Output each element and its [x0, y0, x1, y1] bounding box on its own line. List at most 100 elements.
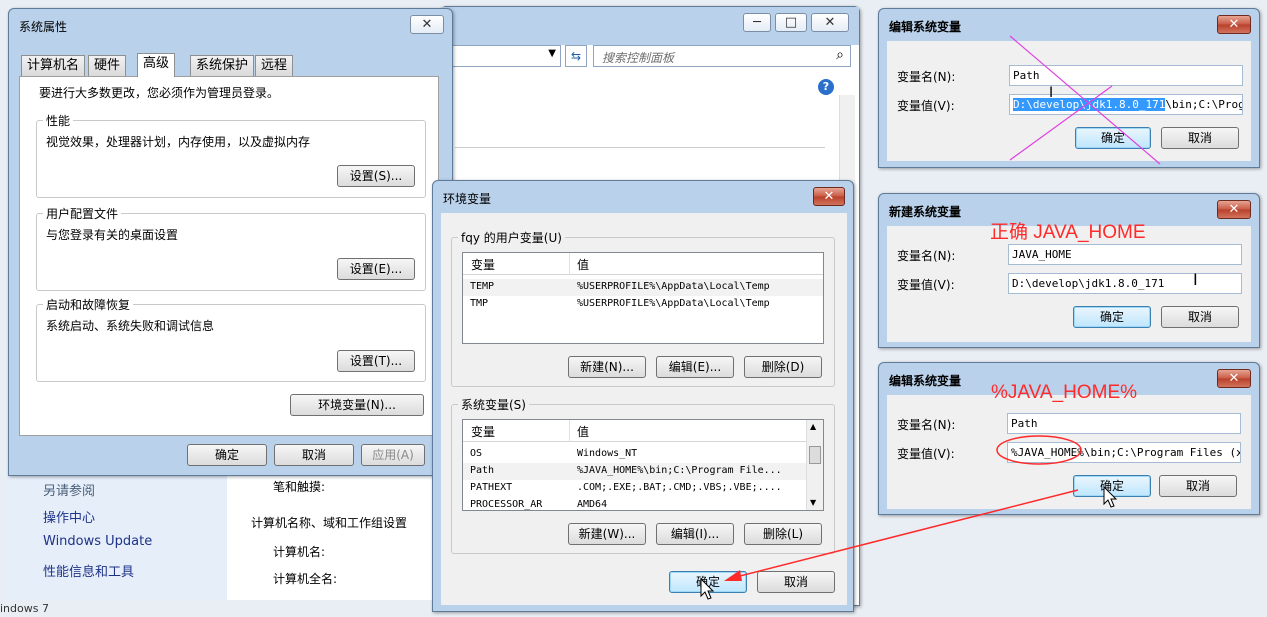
domain-heading: 计算机名称、域和工作组设置	[251, 516, 408, 530]
var-name: Path	[470, 465, 495, 476]
var-name: PATHEXT	[470, 482, 513, 493]
variable-value-label: 变量值(V):	[897, 99, 955, 113]
close-button[interactable]: ✕	[811, 13, 849, 32]
control-panel-main-bottom: 笔和触摸: 计算机名称、域和工作组设置 计算机名: 计算机全名:	[227, 470, 440, 600]
minimize-button[interactable]: ─	[743, 13, 771, 32]
variable-name-label: 变量名(N):	[897, 70, 956, 84]
scroll-up-icon[interactable]: ▲	[810, 422, 816, 431]
ok-button[interactable]: 确定	[1073, 306, 1151, 328]
cancel-button[interactable]: 取消	[1161, 127, 1239, 149]
table-row[interactable]: TEMP %USERPROFILE%\AppData\Local\Temp	[463, 279, 823, 296]
column-name: 变量	[471, 258, 496, 272]
cancel-button[interactable]: 取消	[1159, 475, 1237, 497]
user-edit-button[interactable]: 编辑(E)...	[656, 356, 734, 378]
table-row[interactable]: TMP %USERPROFILE%\AppData\Local\Temp	[463, 296, 823, 313]
user-profiles-group: 用户配置文件 与您登录有关的桌面设置 设置(E)...	[36, 205, 426, 291]
var-value: AMD64	[577, 499, 608, 510]
dialog-title: 环境变量	[443, 192, 492, 206]
tab-computer-name[interactable]: 计算机名	[21, 55, 86, 76]
annotation-correct-java-home: 正确 JAVA_HOME	[990, 222, 1146, 243]
search-input[interactable]: 搜索控制面板 ⌕	[593, 45, 851, 67]
table-row[interactable]: Path %JAVA_HOME%\bin;C:\Program File...	[463, 463, 823, 480]
cross-line	[1009, 35, 1161, 165]
close-button[interactable]: ✕	[1217, 15, 1251, 34]
column-value: 值	[577, 425, 590, 439]
user-profiles-settings-button[interactable]: 设置(E)...	[337, 258, 415, 280]
sidebar-link-windows-update[interactable]: Windows Update	[43, 534, 152, 549]
list-header: 变量 值	[463, 253, 823, 275]
system-new-button[interactable]: 新建(W)...	[568, 523, 646, 545]
see-also-heading: 另请参阅	[43, 484, 96, 499]
scroll-thumb[interactable]	[809, 446, 821, 464]
var-name: TEMP	[470, 281, 495, 292]
refresh-icon[interactable]: ⇆	[565, 45, 587, 67]
annotation-arrow	[724, 489, 1079, 581]
variable-value-field[interactable]: D:\develop\jdk1.8.0_171	[1008, 273, 1242, 294]
mouse-cursor-icon	[1103, 486, 1118, 508]
sidebar-link-performance[interactable]: 性能信息和工具	[43, 561, 134, 580]
user-delete-button[interactable]: 删除(D)	[744, 356, 822, 378]
dialog-title: 新建系统变量	[889, 205, 962, 219]
control-panel-sidebar: 另请参阅 操作中心 Windows Update 性能信息和工具	[5, 470, 227, 600]
variable-name-field[interactable]: Path	[1007, 413, 1241, 434]
help-icon[interactable]: ?	[818, 79, 834, 95]
ok-button[interactable]: 确定	[187, 444, 267, 466]
variable-name-field[interactable]: JAVA_HOME	[1008, 244, 1242, 265]
var-value: %USERPROFILE%\AppData\Local\Temp	[577, 281, 770, 292]
column-name: 变量	[471, 425, 496, 439]
close-button[interactable]: ✕	[1217, 369, 1251, 388]
cross-out-mark	[1009, 35, 1161, 165]
dialog-title: 系统属性	[19, 20, 68, 34]
performance-settings-button[interactable]: 设置(S)...	[337, 165, 415, 187]
performance-label: 性能	[43, 112, 74, 129]
full-computer-name-label: 计算机全名:	[273, 572, 338, 586]
var-value: %JAVA_HOME%\bin;C:\Program File...	[577, 465, 782, 476]
tab-hardware[interactable]: 硬件	[88, 55, 127, 76]
user-profiles-label: 用户配置文件	[43, 205, 122, 222]
advanced-tab-panel: 要进行大多数更改，您必须作为管理员登录。 性能 视觉效果，处理器计划，内存使用，…	[19, 76, 439, 436]
user-variables-group: fqy 的用户变量(U) 变量 值 TEMP %USERPROFILE%\App…	[451, 229, 835, 387]
user-profiles-desc: 与您登录有关的桌面设置	[46, 228, 179, 242]
maximize-button[interactable]: □	[775, 13, 807, 32]
highlight-ellipse	[996, 435, 1082, 465]
search-icon[interactable]: ⌕	[836, 47, 844, 63]
cancel-button[interactable]: 取消	[1161, 306, 1239, 328]
close-button[interactable]: ✕	[410, 15, 444, 34]
user-variables-label: fqy 的用户变量(U)	[458, 229, 565, 246]
cancel-button[interactable]: 取消	[274, 444, 354, 466]
apply-button[interactable]: 应用(A)	[361, 444, 425, 466]
tab-advanced[interactable]: 高级	[137, 53, 176, 77]
pen-touch-label: 笔和触摸:	[273, 480, 326, 494]
text-cursor-icon: I	[1049, 85, 1054, 101]
var-value: %USERPROFILE%\AppData\Local\Temp	[577, 298, 770, 309]
startup-recovery-settings-button[interactable]: 设置(T)...	[337, 350, 415, 372]
user-variables-list[interactable]: 变量 值 TEMP %USERPROFILE%\AppData\Local\Te…	[462, 252, 824, 344]
unselected-text: \bin;C:\Prog	[1165, 98, 1243, 111]
dialog-title: 编辑系统变量	[889, 20, 962, 34]
annotation-java-home-ref: %JAVA_HOME%	[991, 382, 1138, 403]
close-button[interactable]: ✕	[1217, 200, 1251, 219]
cross-line	[1009, 85, 1113, 161]
arrow-line	[731, 489, 1079, 579]
sidebar-link-action-center[interactable]: 操作中心	[43, 507, 95, 526]
table-row[interactable]: OS Windows_NT	[463, 446, 823, 463]
list-header: 变量 值	[463, 420, 823, 442]
var-name: PROCESSOR_AR	[470, 499, 543, 510]
system-variables-label: 系统变量(S)	[458, 396, 529, 413]
user-new-button[interactable]: 新建(N)...	[568, 356, 646, 378]
startup-recovery-desc: 系统启动、系统失败和调试信息	[46, 319, 215, 333]
divider	[455, 147, 825, 148]
variable-name-label: 变量名(N):	[897, 418, 956, 432]
chevron-down-icon[interactable]: ▼	[548, 48, 556, 59]
address-bar[interactable]: ▼	[451, 45, 561, 67]
close-button[interactable]: ✕	[813, 187, 845, 206]
tab-remote[interactable]: 远程	[255, 55, 294, 76]
environment-variables-button[interactable]: 环境变量(N)...	[290, 394, 424, 416]
mouse-cursor-icon	[700, 578, 715, 600]
dialog-title: 编辑系统变量	[889, 374, 962, 388]
tab-system-protection[interactable]: 系统保护	[190, 55, 255, 76]
variable-name-label: 变量名(N):	[897, 249, 956, 263]
variable-value-label: 变量值(V):	[897, 447, 955, 461]
search-placeholder: 搜索控制面板	[602, 51, 675, 65]
var-name: OS	[470, 448, 483, 459]
